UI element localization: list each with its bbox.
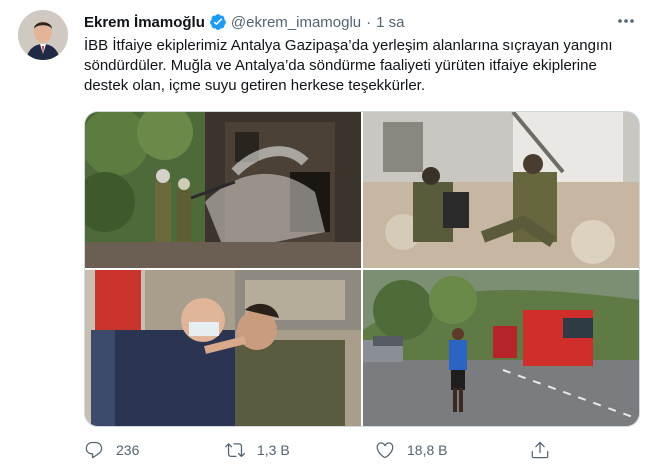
tweet-text: İBB İtfaiye ekiplerimiz Antalya Gazipaşa… (84, 37, 613, 94)
like-count: 18,8 B (407, 442, 448, 458)
author-handle[interactable]: @ekrem_imamoglu (231, 14, 361, 31)
reply-icon (85, 441, 103, 459)
avatar[interactable] (18, 10, 68, 60)
heart-icon (376, 442, 394, 459)
tweet-actions: 236 1,3 B 18,8 B (84, 438, 554, 462)
reply-button[interactable]: 236 (84, 438, 139, 462)
more-options-icon[interactable] (615, 10, 637, 32)
retweet-count: 1,3 B (257, 442, 290, 458)
tweet-header: Ekrem İmamoğlu @ekrem_imamoglu · 1 sa (84, 12, 637, 32)
author-name[interactable]: Ekrem İmamoğlu (84, 14, 205, 31)
verified-badge-icon (209, 13, 227, 31)
timestamp[interactable]: 1 sa (376, 14, 404, 31)
road-water-delivery-photo[interactable] (363, 270, 639, 426)
firefighters-resting-photo[interactable] (363, 112, 639, 268)
firefighters-spraying-house-photo[interactable] (85, 112, 361, 268)
separator-dot: · (366, 13, 372, 31)
reply-count: 236 (116, 442, 140, 458)
retweet-icon (225, 443, 245, 458)
share-icon (531, 441, 549, 459)
media-grid (84, 111, 640, 427)
tweet-card[interactable]: Ekrem İmamoğlu @ekrem_imamoglu · 1 sa İB… (0, 0, 657, 475)
like-button[interactable]: 18,8 B (375, 438, 447, 462)
retweet-button[interactable]: 1,3 B (225, 438, 290, 462)
eye-treatment-photo[interactable] (85, 270, 361, 426)
share-button[interactable] (530, 438, 562, 462)
